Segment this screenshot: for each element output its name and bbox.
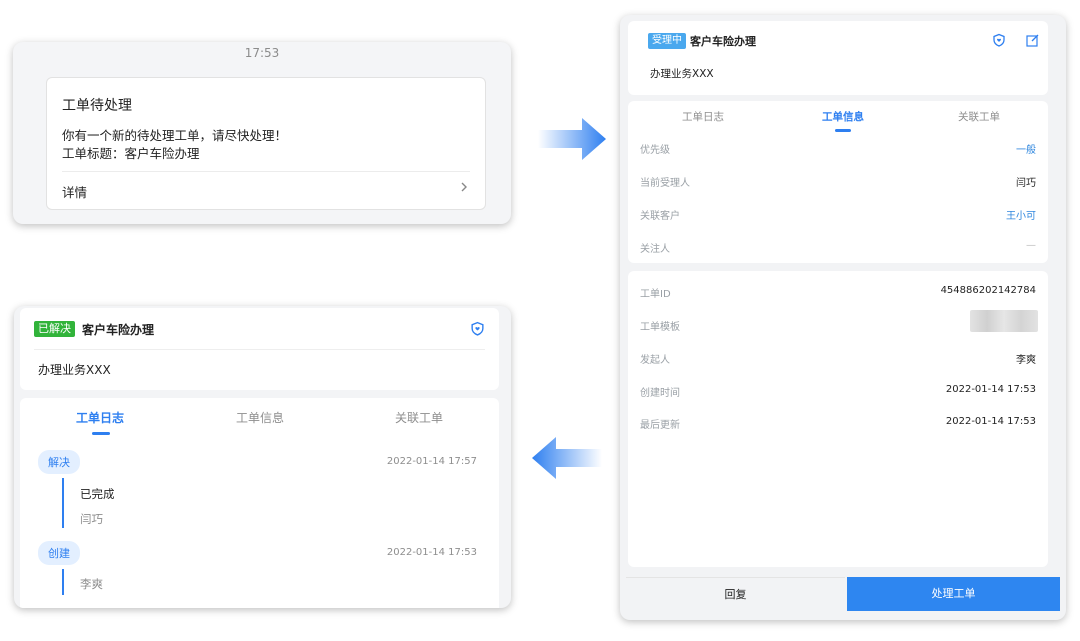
- details-link[interactable]: 详情: [62, 182, 87, 201]
- status-badge: 受理中: [648, 33, 686, 49]
- shield-heart-icon[interactable]: [992, 33, 1006, 47]
- timeline-time: 2022-01-14 17:57: [386, 456, 477, 467]
- tab-ticket-info[interactable]: 工单信息: [788, 109, 898, 124]
- timeline-person: 闫巧: [80, 512, 103, 526]
- created-time-label: 创建时间: [640, 388, 680, 399]
- timeline-text: 已完成: [80, 487, 115, 501]
- timeline-time: 2022-01-14 17:53: [386, 547, 477, 558]
- notification-ticket-title: 工单标题：客户车险办理: [62, 146, 200, 161]
- initiator-value: 李爽: [1016, 355, 1036, 366]
- active-tab-indicator: [92, 432, 110, 435]
- timeline-tag-create: 创建: [38, 541, 80, 565]
- template-label: 工单模板: [640, 322, 680, 333]
- notification-message: 你有一个新的待处理工单，请尽快处理！: [62, 128, 288, 143]
- chevron-right-icon[interactable]: [457, 180, 471, 194]
- ticket-info-card: 工单日志 工单信息 关联工单 优先级 一般 当前受理人 闫巧 关联客户 王小可 …: [628, 101, 1048, 263]
- template-value-blurred: [970, 310, 1038, 332]
- notification-card[interactable]: 工单待处理 你有一个新的待处理工单，请尽快处理！ 工单标题：客户车险办理 详情: [46, 77, 486, 210]
- tab-ticket-log[interactable]: 工单日志: [45, 409, 155, 426]
- timeline-person: 李爽: [80, 577, 103, 591]
- ticket-subtitle: 办理业务XXX: [38, 363, 111, 377]
- arrow-right-icon: [538, 118, 606, 160]
- timeline-tag-resolve: 解决: [38, 450, 80, 474]
- divider: [34, 349, 485, 350]
- edit-icon[interactable]: [1026, 34, 1039, 47]
- arrow-left-icon: [532, 437, 602, 479]
- last-updated-value: 2022-01-14 17:53: [945, 416, 1036, 427]
- followers-label: 关注人: [640, 244, 670, 255]
- active-tab-indicator: [835, 129, 851, 132]
- followers-value: —: [1026, 240, 1036, 251]
- reply-button[interactable]: 回复: [626, 577, 845, 611]
- last-updated-label: 最后更新: [640, 420, 680, 431]
- customer-label: 关联客户: [640, 211, 680, 222]
- timeline-line: [62, 569, 64, 595]
- ticket-id-value: 454886202142784: [940, 285, 1036, 296]
- divider: [62, 171, 470, 172]
- customer-value[interactable]: 王小可: [1006, 207, 1036, 222]
- shield-heart-icon[interactable]: [470, 321, 485, 336]
- ticket-info-panel: 受理中 客户车险办理 办理业务XXX 工单日志 工单信息 关联工单 优先级 一般…: [620, 15, 1066, 620]
- priority-label: 优先级: [640, 145, 670, 156]
- assignee-label: 当前受理人: [640, 178, 690, 189]
- notification-panel: 17:53 工单待处理 你有一个新的待处理工单，请尽快处理！ 工单标题：客户车险…: [13, 42, 511, 224]
- timeline-line: [62, 478, 64, 528]
- initiator-label: 发起人: [640, 355, 670, 366]
- assignee-value: 闫巧: [1016, 178, 1036, 189]
- status-time: 17:53: [244, 46, 280, 60]
- ticket-meta-card: 工单ID 454886202142784 工单模板 发起人 李爽 创建时间 20…: [628, 271, 1048, 567]
- notification-title: 工单待处理: [62, 98, 132, 114]
- created-time-value: 2022-01-14 17:53: [945, 384, 1036, 395]
- priority-value[interactable]: 一般: [1016, 141, 1036, 156]
- tab-ticket-log[interactable]: 工单日志: [648, 109, 758, 124]
- ticket-header: 受理中 客户车险办理 办理业务XXX: [628, 21, 1048, 95]
- ticket-title: 客户车险办理: [82, 323, 155, 337]
- ticket-header: 已解决 客户车险办理 办理业务XXX: [20, 308, 499, 390]
- status-badge: 已解决: [34, 321, 75, 337]
- ticket-title: 客户车险办理: [690, 35, 756, 48]
- tab-related-tickets[interactable]: 关联工单: [924, 109, 1034, 124]
- ticket-log-panel: 已解决 客户车险办理 办理业务XXX 工单日志 工单信息 关联工单 解决 202…: [14, 306, 511, 608]
- ticket-id-label: 工单ID: [640, 289, 671, 300]
- ticket-log-card: 工单日志 工单信息 关联工单 解决 2022-01-14 17:57 已完成 闫…: [20, 398, 499, 608]
- ticket-subtitle: 办理业务XXX: [650, 68, 714, 80]
- process-ticket-button[interactable]: 处理工单: [847, 577, 1060, 611]
- tab-related-tickets[interactable]: 关联工单: [364, 409, 474, 426]
- tab-ticket-info[interactable]: 工单信息: [205, 409, 315, 426]
